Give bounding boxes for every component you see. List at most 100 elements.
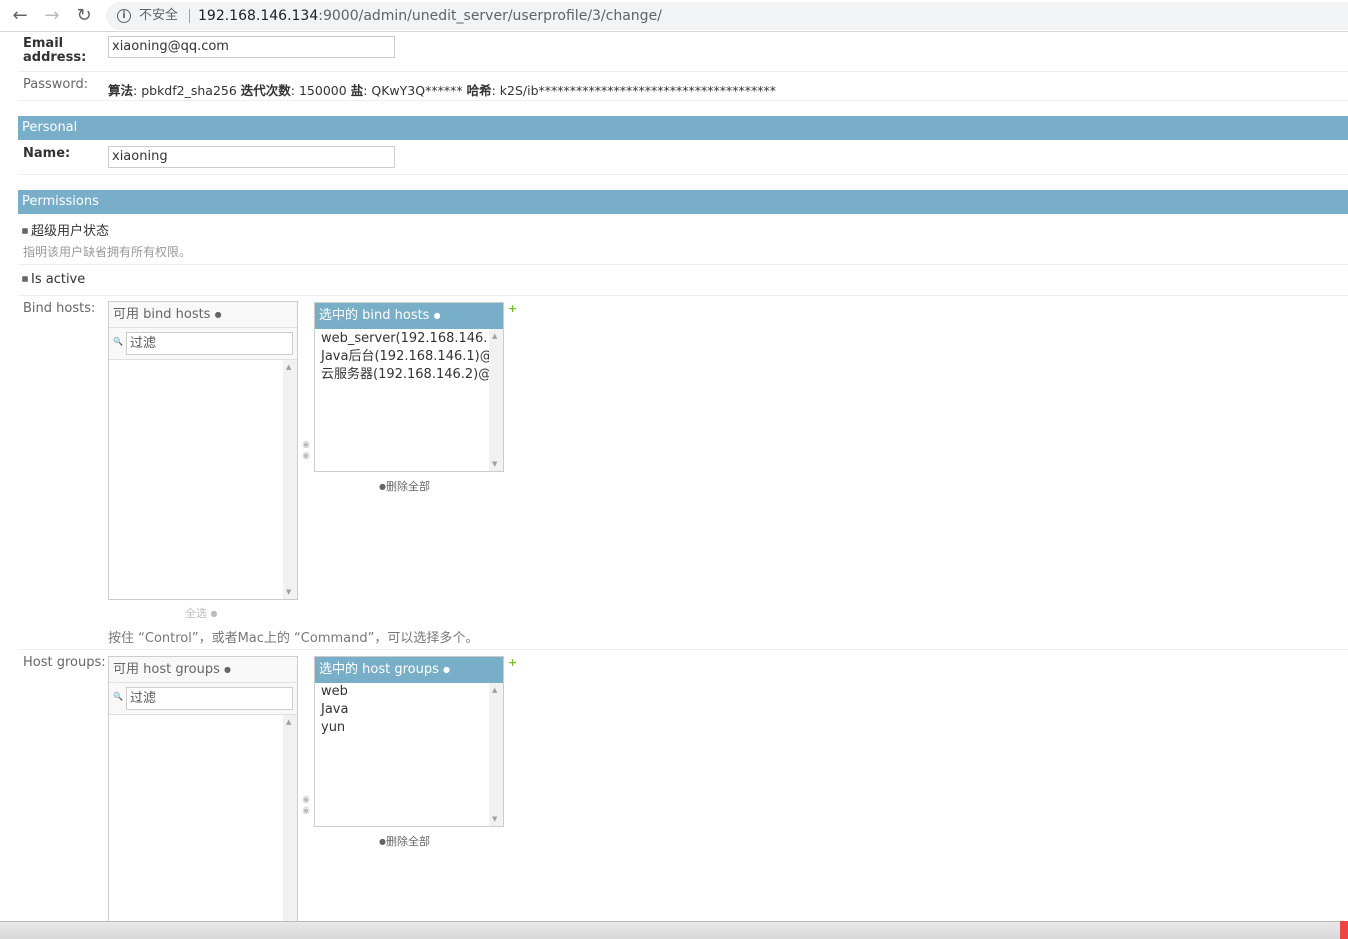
list-item[interactable]: Java后台(192.168.146.1)@ [315, 348, 489, 366]
choose-all-icon: ● [210, 609, 218, 618]
iter-value: : 150000 [290, 83, 351, 98]
scrollbar[interactable]: ▲ [283, 715, 297, 925]
list-item[interactable]: web_server(192.168.146.134) [315, 330, 489, 348]
list-item[interactable]: web [315, 683, 489, 701]
search-icon: 🔍 [113, 692, 123, 701]
url-separator [189, 9, 190, 23]
address-bar[interactable]: i 不安全 192.168.146.134:9000/admin/unedit_… [106, 2, 1348, 30]
list-item[interactable]: Java [315, 701, 489, 719]
bind-hosts-available-title: 可用 bind hosts ● [109, 302, 297, 328]
host-groups-remove-all[interactable]: ●删除全部 [379, 833, 430, 849]
password-label: Password: [23, 77, 89, 92]
insecure-label: 不安全 [139, 8, 179, 23]
info-icon[interactable]: i [117, 9, 131, 23]
help-icon: ● [433, 311, 441, 320]
section-permissions: Permissions [18, 190, 1348, 214]
help-icon: ● [443, 665, 450, 674]
host-groups-label: Host groups: [23, 655, 106, 670]
bind-hosts-available-title-text: 可用 bind hosts [113, 307, 211, 322]
scroll-down-icon[interactable]: ▼ [286, 588, 291, 596]
bind-hosts-move-arrows[interactable]: ◉ ◉ [301, 440, 311, 462]
salt-label: 盐 [350, 83, 364, 98]
bind-hosts-available-list[interactable]: ▲ ▼ [109, 360, 297, 599]
password-hash-summary: 算法: pbkdf2_sha256 迭代次数: 150000 盐: QKwY3Q… [108, 80, 776, 99]
bind-hosts-filter: 🔍 过滤 [109, 328, 297, 360]
scrollbar[interactable]: ▲ ▼ [489, 683, 503, 826]
remove-all-icon: ● [379, 482, 386, 491]
search-icon: 🔍 [113, 337, 123, 346]
algo-label: 算法 [108, 83, 134, 98]
scrollbar[interactable]: ▲ ▼ [283, 360, 297, 599]
scroll-up-icon[interactable]: ▲ [286, 718, 291, 726]
url-path: :9000/admin/unedit_server/userprofile/3/… [318, 8, 662, 24]
name-label: Name: [23, 146, 71, 161]
email-label: Email address: [23, 36, 87, 65]
name-field[interactable]: xiaoning [108, 146, 395, 168]
host-groups-filter-input[interactable]: 过滤 [126, 687, 293, 710]
host-groups-filter: 🔍 过滤 [109, 683, 297, 715]
scroll-up-icon[interactable]: ▲ [492, 332, 497, 340]
bind-hosts-chosen-title-text: 选中的 bind hosts [319, 308, 430, 323]
remove-arrow-icon[interactable]: ◉ [302, 451, 310, 461]
superuser-label: 超级用户状态 [31, 224, 110, 239]
scroll-up-icon[interactable]: ▲ [492, 686, 497, 694]
bind-hosts-remove-all[interactable]: ●删除全部 [379, 478, 430, 494]
host-groups-available: 可用 host groups ● 🔍 过滤 ▲ [108, 656, 298, 926]
remove-arrow-icon[interactable]: ◉ [302, 806, 310, 816]
salt-value: : QKwY3Q****** [363, 83, 467, 98]
host-groups-move-arrows[interactable]: ◉ ◉ [301, 795, 311, 817]
section-personal: Personal [18, 116, 1348, 140]
scroll-up-icon[interactable]: ▲ [286, 363, 291, 371]
remove-all-icon: ● [379, 837, 386, 846]
back-arrow-icon[interactable]: ← [10, 6, 30, 26]
algo-value: : pbkdf2_sha256 [133, 83, 241, 98]
scroll-down-icon[interactable]: ▼ [492, 815, 497, 823]
superuser-checkbox[interactable] [22, 228, 28, 234]
add-arrow-icon[interactable]: ◉ [302, 440, 310, 450]
is-active-checkbox-row[interactable]: Is active [22, 272, 85, 287]
is-active-checkbox[interactable] [22, 276, 28, 282]
forward-arrow-icon[interactable]: → [42, 6, 62, 26]
scroll-down-icon[interactable]: ▼ [492, 460, 497, 468]
hash-label: 哈希 [466, 83, 492, 98]
password-row: Password: 算法: pbkdf2_sha256 迭代次数: 150000… [18, 72, 1348, 101]
bind-hosts-chosen: 选中的 bind hosts ● web_server(192.168.146.… [314, 302, 504, 472]
bind-hosts-chosen-title: 选中的 bind hosts ● [315, 303, 503, 329]
bind-hosts-chosen-list[interactable]: web_server(192.168.146.134) Java后台(192.1… [315, 329, 503, 471]
is-active-label: Is active [31, 272, 86, 287]
email-row: Email address: xiaoning@qq.com [18, 34, 1348, 72]
add-arrow-icon[interactable]: ◉ [302, 795, 310, 805]
url-host: 192.168.146.134 [198, 8, 319, 24]
browser-bottom-bar [0, 921, 1348, 939]
list-item[interactable]: 云服务器(192.168.146.2)@ [315, 366, 489, 384]
host-groups-available-list[interactable]: ▲ [109, 715, 297, 925]
bind-hosts-label: Bind hosts: [23, 301, 96, 316]
hash-value: : k2S/ib********************************… [491, 83, 777, 98]
reload-icon[interactable]: ↻ [74, 6, 94, 26]
host-groups-available-title-text: 可用 host groups [113, 662, 220, 677]
add-bind-host-icon[interactable]: + [508, 302, 517, 315]
iter-label: 迭代次数 [240, 83, 291, 98]
bind-hosts-choose-all[interactable]: 全选 ● [185, 605, 217, 621]
superuser-help: 指明该用户缺省拥有所有权限。 [23, 245, 192, 259]
scrollbar[interactable]: ▲ ▼ [489, 329, 503, 471]
help-icon: ● [214, 310, 222, 319]
bind-hosts-help: 按住 “Control”，或者Mac上的 “Command”，可以选择多个。 [108, 631, 479, 646]
corner-indicator [1340, 921, 1348, 939]
is-active-row [18, 265, 1348, 296]
bind-hosts-available: 可用 bind hosts ● 🔍 过滤 ▲ ▼ [108, 301, 298, 600]
list-item[interactable]: yun [315, 719, 489, 737]
host-groups-chosen-list[interactable]: web Java yun ▲ ▼ [315, 683, 503, 826]
url-text[interactable]: 192.168.146.134:9000/admin/unedit_server… [198, 2, 662, 30]
remove-all-label: 删除全部 [385, 480, 430, 493]
superuser-checkbox-row[interactable]: 超级用户状态 [22, 220, 109, 239]
browser-toolbar: ← → ↻ i 不安全 192.168.146.134:9000/admin/u… [0, 0, 1348, 32]
email-field[interactable]: xiaoning@qq.com [108, 36, 395, 58]
remove-all-label: 删除全部 [385, 835, 430, 848]
choose-all-label: 全选 [185, 607, 207, 620]
host-groups-available-title: 可用 host groups ● [109, 657, 297, 683]
add-host-group-icon[interactable]: + [508, 656, 517, 669]
name-row: Name: xiaoning [18, 140, 1348, 175]
help-icon: ● [224, 665, 231, 674]
bind-hosts-filter-input[interactable]: 过滤 [126, 332, 293, 355]
